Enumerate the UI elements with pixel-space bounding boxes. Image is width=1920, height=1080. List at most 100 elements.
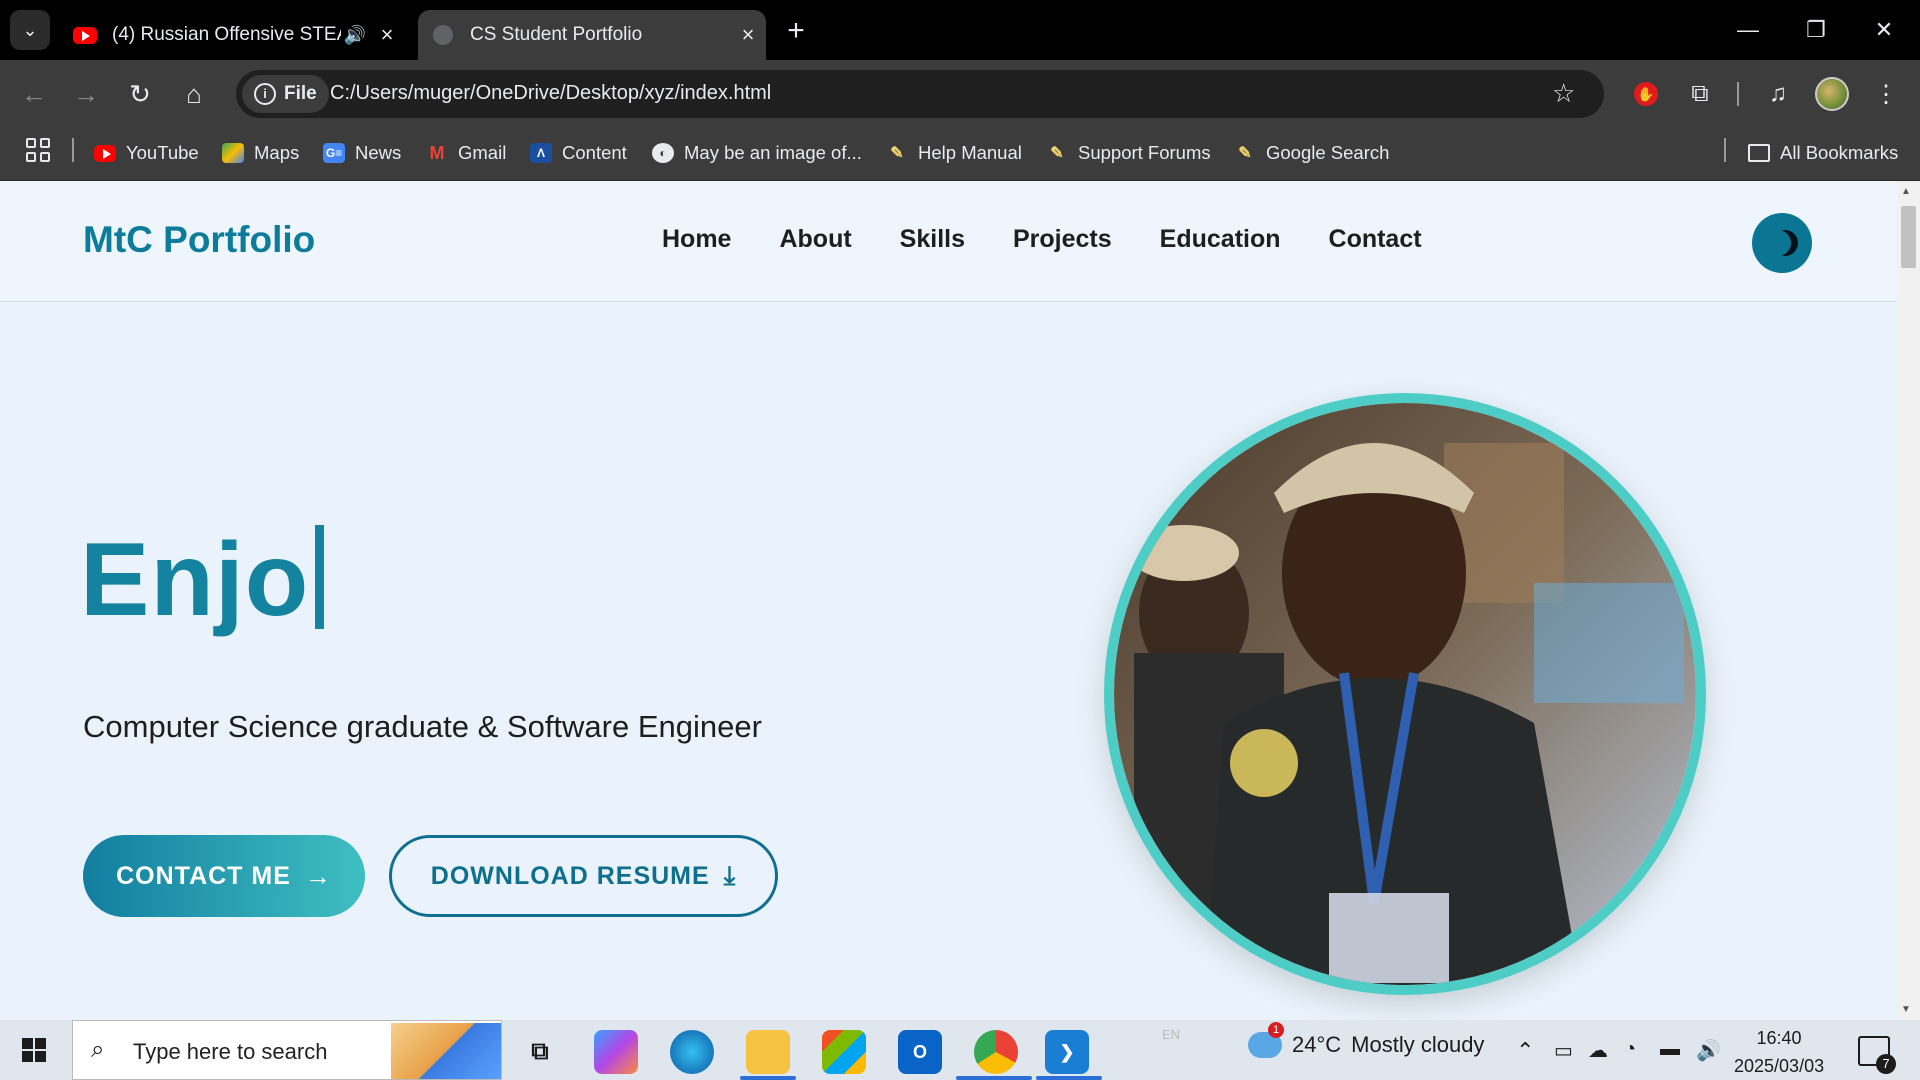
download-resume-button[interactable]: DOWNLOAD RESUME ⤓ [389, 835, 778, 917]
moon-icon [1772, 230, 1798, 256]
bookmarks-divider [1724, 138, 1726, 162]
typing-caret [315, 525, 325, 629]
chrome-icon[interactable] [974, 1030, 1018, 1074]
extension-icon[interactable]: ⧉ [1682, 76, 1718, 112]
meet-icon[interactable]: ▭ [1554, 1038, 1573, 1063]
clock-date: 2025/03/03 [1734, 1056, 1825, 1076]
tab-portfolio[interactable]: CS Student Portfolio × [418, 10, 766, 60]
bookmark-help-manual[interactable]: ✎ Help Manual [886, 136, 1022, 170]
weather-alert-badge: 1 [1268, 1022, 1284, 1038]
brand-logo[interactable]: MtC Portfolio [83, 219, 315, 261]
nav-contact[interactable]: Contact [1329, 225, 1422, 254]
scheme-label: File [284, 83, 317, 104]
contact-me-label: CONTACT ME [116, 861, 291, 890]
system-clock[interactable]: 16:40 2025/03/03 [1734, 1024, 1824, 1080]
tab-search-icon[interactable]: ⌄ [10, 10, 50, 50]
news-icon: G≡ [323, 143, 345, 163]
all-bookmarks[interactable]: All Bookmarks [1748, 136, 1898, 170]
search-highlight-image [391, 1023, 501, 1079]
bookmark-content[interactable]: Λ Content [530, 136, 627, 170]
tab-youtube[interactable]: (4) Russian Offensive STEAM 🔊 × [60, 10, 405, 60]
bookmark-google-search[interactable]: ✎ Google Search [1234, 136, 1389, 170]
theme-toggle-button[interactable] [1752, 213, 1812, 273]
weather-condition: Mostly cloudy [1351, 1032, 1485, 1057]
folder-icon [1748, 144, 1770, 162]
wifi-icon[interactable]: ◔ [1624, 1038, 1636, 1061]
bookmark-news[interactable]: G≡ News [323, 136, 401, 170]
nav-projects[interactable]: Projects [1013, 225, 1112, 254]
nav-education[interactable]: Education [1160, 225, 1281, 254]
page-scrollbar[interactable] [1897, 181, 1920, 1020]
bookmark-gmail[interactable]: M Gmail [426, 136, 507, 170]
bookmark-label: Gmail [458, 142, 507, 163]
info-icon: i [254, 83, 276, 105]
site-info-chip[interactable]: i File [242, 75, 329, 113]
running-indicator [956, 1076, 1032, 1080]
star-icon[interactable]: ☆ [1552, 78, 1575, 109]
search-placeholder: Type here to search [133, 1039, 328, 1064]
weather-temp: 24°C [1292, 1032, 1342, 1057]
content-icon: Λ [530, 143, 552, 163]
volume-icon[interactable]: 🔊 [1696, 1038, 1721, 1063]
back-icon[interactable]: ← [14, 74, 54, 114]
restore-icon[interactable]: ❐ [1782, 0, 1850, 60]
bookmark-label: Help Manual [918, 142, 1022, 163]
minimize-icon[interactable]: — [1714, 0, 1782, 60]
gmail-icon: M [429, 142, 445, 163]
scrollbar-thumb[interactable] [1901, 206, 1916, 268]
bookmark-youtube[interactable]: YouTube [94, 136, 199, 170]
window-close-icon[interactable]: ✕ [1850, 0, 1918, 60]
scroll-up-icon[interactable]: ▲ [1901, 186, 1911, 197]
vscode-icon[interactable]: ❯ [1045, 1030, 1089, 1074]
bookmark-support-forums[interactable]: ✎ Support Forums [1046, 136, 1210, 170]
new-tab-icon[interactable]: + [780, 14, 812, 48]
download-resume-label: DOWNLOAD RESUME [430, 861, 710, 890]
taskbar-search[interactable]: ⌕ Type here to search [72, 1020, 502, 1080]
task-view-icon[interactable]: ⧉ [518, 1030, 562, 1074]
audio-icon[interactable]: 🔊 [341, 25, 369, 46]
copilot-icon[interactable] [594, 1030, 638, 1074]
url-text[interactable]: C:/Users/muger/OneDrive/Desktop/xyz/inde… [330, 82, 771, 105]
profile-avatar[interactable] [1814, 76, 1850, 112]
home-icon[interactable]: ⌂ [174, 74, 214, 114]
arrow-right-icon: → [304, 860, 332, 891]
windows-icon[interactable] [22, 1038, 46, 1062]
nav-skills[interactable]: Skills [900, 225, 965, 254]
menu-icon[interactable]: ⋮ [1868, 76, 1904, 112]
close-icon[interactable]: × [369, 22, 405, 48]
clock-time: 16:40 [1756, 1028, 1802, 1048]
media-icon[interactable]: ♫ [1760, 76, 1796, 112]
globe-icon: ◐ [652, 143, 674, 163]
store-icon[interactable] [822, 1030, 866, 1074]
tab-title: (4) Russian Offensive STEAM [112, 24, 341, 45]
bookmark-label: YouTube [126, 142, 199, 163]
nav-home[interactable]: Home [662, 225, 731, 254]
chevron-up-icon[interactable]: ⌃ [1516, 1038, 1534, 1064]
reload-icon[interactable]: ↻ [120, 74, 160, 114]
download-icon: ⤓ [723, 860, 737, 890]
forward-icon[interactable]: → [66, 74, 106, 114]
scroll-down-icon[interactable]: ▼ [1901, 1004, 1911, 1015]
bookmark-maps[interactable]: Maps [222, 136, 299, 170]
toolbar-divider [1737, 82, 1739, 106]
bookmark-label: Content [562, 142, 627, 163]
weather-widget[interactable]: 1 24°C Mostly cloudy [1248, 1022, 1485, 1058]
edge-icon[interactable] [670, 1030, 714, 1074]
outlook-icon[interactable]: O [898, 1030, 942, 1074]
bookmark-label: News [355, 142, 402, 163]
battery-icon[interactable]: ▬ [1660, 1038, 1680, 1061]
search-icon: ⌕ [91, 1036, 105, 1063]
bookmarks-divider [72, 138, 74, 162]
close-icon[interactable]: × [730, 22, 766, 48]
site-header: MtC Portfolio Home About Skills Projects… [0, 181, 1897, 302]
apps-icon[interactable] [26, 138, 50, 162]
youtube-favicon-icon [72, 26, 98, 44]
nav-about[interactable]: About [779, 225, 851, 254]
ad-blocker-extension-icon[interactable]: ✋ [1628, 76, 1664, 112]
file-explorer-icon[interactable] [746, 1030, 790, 1074]
cloud-icon: 1 [1248, 1022, 1284, 1058]
onedrive-icon[interactable]: ☁ [1588, 1038, 1608, 1063]
tab-title: CS Student Portfolio [470, 24, 643, 45]
contact-me-button[interactable]: CONTACT ME → [83, 835, 365, 917]
bookmark-image[interactable]: ◐ May be an image of... [652, 136, 862, 170]
